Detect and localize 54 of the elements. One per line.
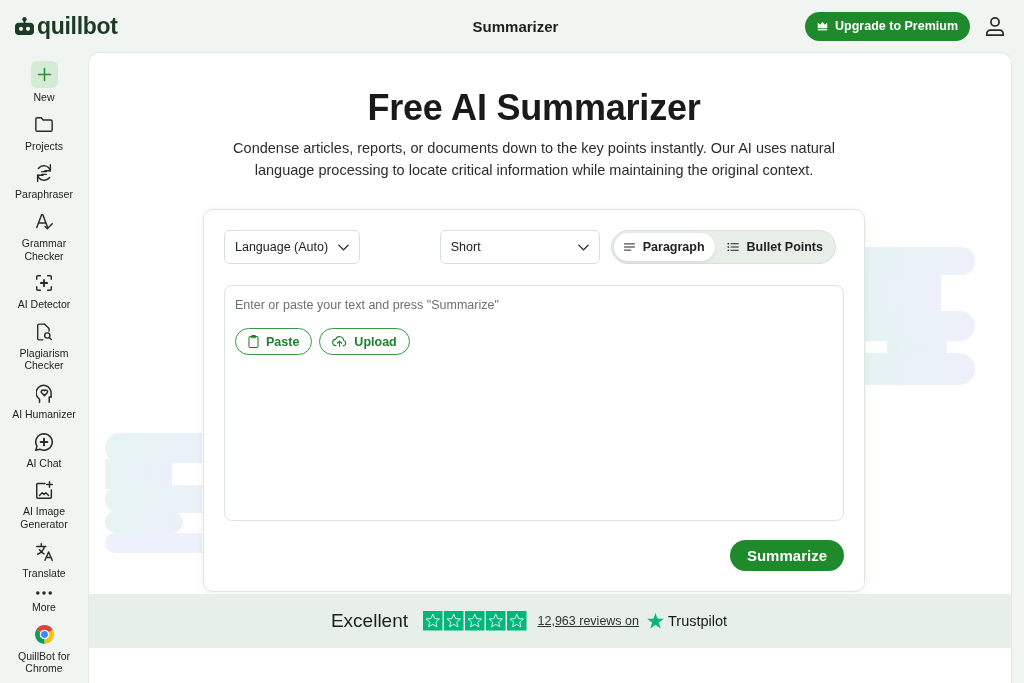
chat-plus-icon: [35, 432, 53, 451]
chevron-down-icon: [577, 243, 589, 251]
hero-description: Condense articles, reports, or documents down to the key points instantly. Our AI uses natural language processing to locate critical information while maintaining the original context.: [232, 139, 836, 180]
sidebar-item[interactable]: Projects: [4, 112, 84, 153]
translate-icon: [35, 542, 53, 561]
cloud-upload-icon: [332, 336, 348, 347]
plus-icon: [30, 61, 58, 88]
upgrade-button[interactable]: Upgrade to Premium: [805, 11, 970, 41]
sidebar-item[interactable]: AI Image Generator: [4, 478, 84, 531]
logo-text: quillbot: [37, 14, 118, 38]
language-dropdown[interactable]: Language (Auto): [224, 230, 360, 264]
chevron-down-icon: [338, 243, 349, 251]
browser-logo-icon: [34, 625, 54, 645]
sidebar-item[interactable]: Translate: [4, 539, 84, 580]
document-search-icon: [36, 322, 52, 341]
rating-label: Excellent: [330, 610, 409, 632]
star-icon: [507, 611, 527, 631]
crown-icon: [817, 21, 829, 31]
sidebar-item[interactable]: QuillBot for Chrome: [4, 622, 84, 675]
lines-icon: [623, 243, 635, 251]
upload-button[interactable]: Upload: [319, 328, 410, 355]
head-heart-icon: [36, 383, 52, 403]
paste-button[interactable]: Paste: [235, 328, 313, 355]
logo-text: Trustpilot: [668, 613, 728, 629]
list-icon: [726, 243, 739, 251]
sidebar-item[interactable]: AI Detector: [4, 271, 84, 311]
sidebar-item[interactable]: Plagiarism Checker: [4, 319, 84, 372]
sidebar-item[interactable]: Grammar Checker: [4, 210, 84, 262]
star-icon: [444, 611, 464, 631]
mode-tab[interactable]: Bullet Points: [716, 233, 833, 261]
length-dropdown[interactable]: Short: [439, 230, 600, 264]
refresh-arrows-icon: [36, 164, 52, 183]
dots-icon: [36, 591, 52, 596]
sidebar-item[interactable]: Paraphraser: [4, 161, 84, 201]
star-icon: [423, 611, 443, 631]
page-title: Summarizer: [472, 17, 559, 35]
user-icon[interactable]: [986, 16, 1004, 36]
spellcheck-icon: [35, 214, 53, 230]
clipboard-icon: [248, 335, 259, 348]
sidebar-item[interactable]: AI Humanizer: [4, 381, 84, 421]
summarize-button[interactable]: Summarize: [729, 540, 844, 571]
star-icon: [647, 613, 664, 629]
folder-icon: [35, 117, 53, 133]
robot-logo-icon: [15, 17, 34, 35]
sidebar-item[interactable]: AI Chat: [4, 429, 84, 470]
focus-plus-icon: [36, 275, 52, 292]
star-icon: [465, 611, 485, 631]
reviews-link[interactable]: 12,963 reviews on: [537, 614, 639, 628]
sidebar-item[interactable]: New: [4, 61, 84, 104]
sidebar-item[interactable]: More: [4, 588, 84, 614]
mode-tab[interactable]: Paragraph: [613, 233, 715, 261]
star-icon: [486, 611, 506, 631]
image-plus-icon: [35, 481, 53, 500]
hero-title: Free AI Summarizer: [367, 87, 701, 129]
